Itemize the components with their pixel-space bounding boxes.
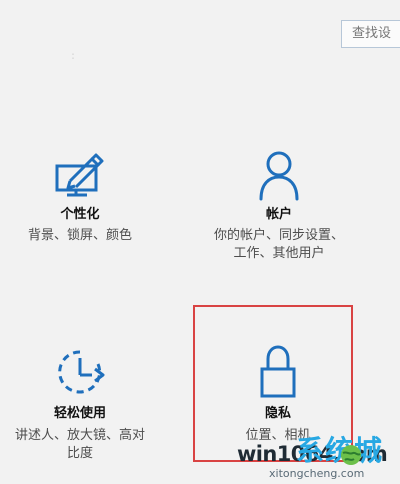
tile-desc-personalization: 背景、锁屏、颜色 xyxy=(27,228,132,243)
watermark: win1064.com 系统城 xitongcheng.com xyxy=(233,429,400,484)
tile-title-accounts: 帐户 xyxy=(265,207,292,222)
globe-icon xyxy=(339,443,363,467)
ease-of-access-icon xyxy=(52,348,108,402)
tile-personalization[interactable]: 个性化 背景、锁屏、颜色 xyxy=(0,145,160,255)
search-input[interactable]: 查找设 xyxy=(341,20,400,48)
tile-ease-of-access[interactable]: 轻松使用 讲述人、放大镜、高对 比度 xyxy=(0,340,160,465)
top-dot: ˙ ˙ xyxy=(71,53,76,66)
account-icon xyxy=(256,150,302,206)
tile-title-personalization: 个性化 xyxy=(60,207,100,222)
personalization-icon xyxy=(54,152,106,204)
tile-accounts[interactable]: 帐户 你的帐户、同步设置、 工作、其他用户 xyxy=(198,145,360,265)
tile-desc-ease-of-access: 讲述人、放大镜、高对 比度 xyxy=(14,428,145,461)
watermark-sub: xitongcheng.com xyxy=(269,467,365,480)
tile-title-ease-of-access: 轻松使用 xyxy=(53,406,106,421)
tile-desc-accounts: 你的帐户、同步设置、 工作、其他用户 xyxy=(213,228,344,261)
